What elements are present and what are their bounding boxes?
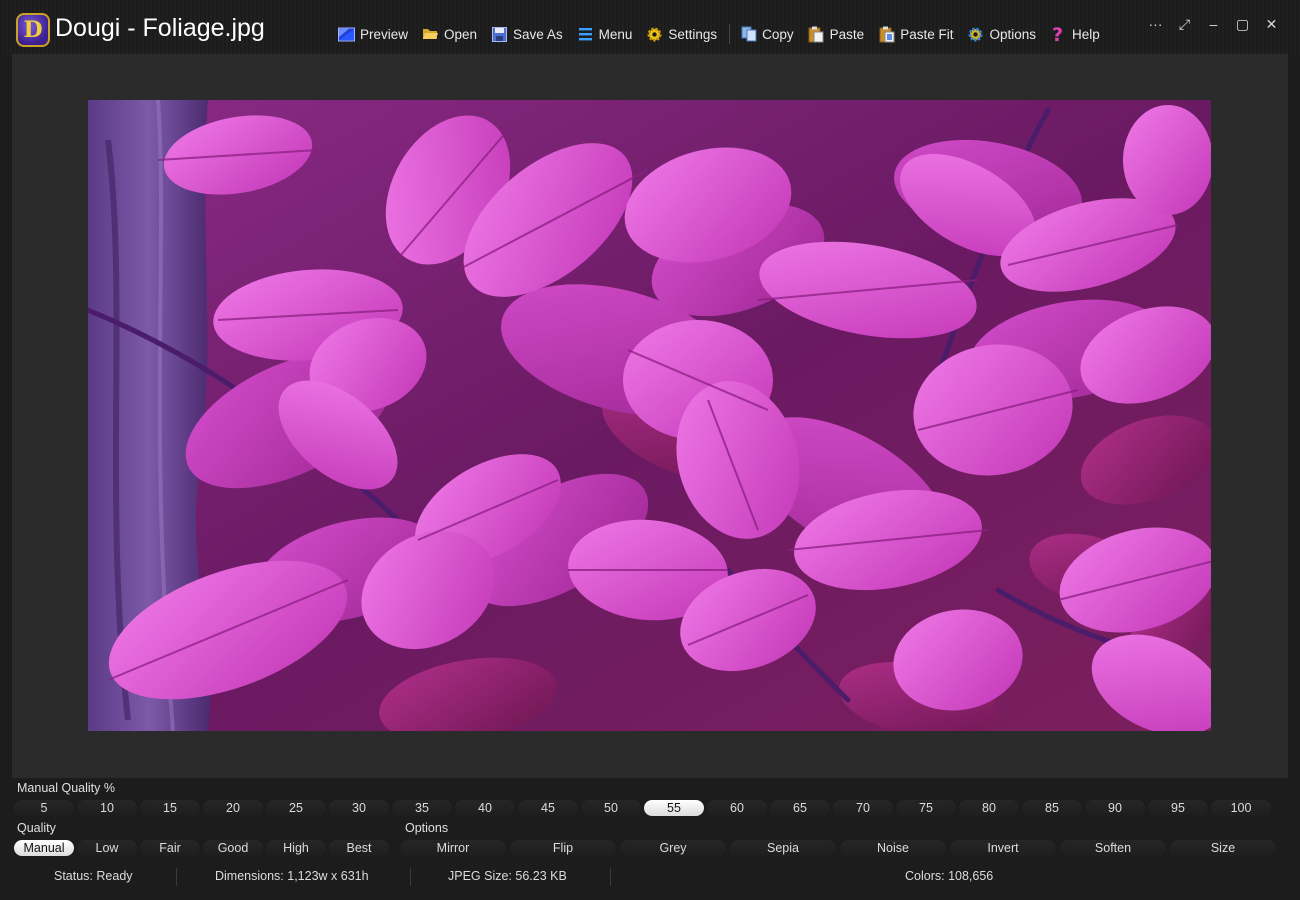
- quality-percent-option-35[interactable]: 35: [392, 800, 452, 816]
- clipboard-paste-icon: [808, 26, 825, 43]
- options-button[interactable]: Options: [967, 24, 1036, 44]
- quality-option-high[interactable]: High: [266, 840, 326, 856]
- option-size[interactable]: Size: [1170, 840, 1276, 856]
- preview-icon: [338, 26, 355, 43]
- paste-fit-button[interactable]: Paste Fit: [878, 24, 953, 44]
- paste-fit-label: Paste Fit: [900, 26, 954, 42]
- preview-button[interactable]: Preview: [338, 24, 408, 44]
- dimensions-text: Dimensions: 1,123w x 631h: [215, 869, 369, 883]
- quality-percent-option-90[interactable]: 90: [1085, 800, 1145, 816]
- quality-percent-option-60[interactable]: 60: [707, 800, 767, 816]
- help-button[interactable]: ? Help: [1050, 24, 1100, 44]
- menu-label: Menu: [598, 26, 633, 42]
- option-flip[interactable]: Flip: [510, 840, 616, 856]
- copy-icon: [740, 26, 757, 43]
- settings-label: Settings: [668, 26, 718, 42]
- window-controls: ··· ⤢ – ▢ ✕: [1141, 14, 1286, 34]
- quality-percent-option-50[interactable]: 50: [581, 800, 641, 816]
- colors-count-text: Colors: 108,656: [905, 869, 994, 883]
- save-as-label: Save As: [513, 26, 563, 42]
- status-separator: [176, 868, 177, 886]
- manual-quality-label: Manual Quality %: [17, 781, 115, 795]
- jpeg-size-text: JPEG Size: 56.23 KB: [448, 869, 567, 883]
- hamburger-menu-icon: [577, 26, 594, 43]
- quality-percent-option-70[interactable]: 70: [833, 800, 893, 816]
- quality-selector: Manual Low Fair Good High Best: [14, 840, 392, 856]
- svg-text:?: ?: [1052, 25, 1063, 44]
- save-as-button[interactable]: Save As: [491, 24, 563, 44]
- image-canvas: [12, 54, 1288, 778]
- clipboard-paste-fit-icon: [878, 26, 895, 43]
- status-separator: [410, 868, 411, 886]
- quality-percent-option-5[interactable]: 5: [14, 800, 74, 816]
- folder-open-icon: [422, 26, 439, 43]
- quality-option-manual[interactable]: Manual: [14, 840, 74, 856]
- more-options-icon[interactable]: ···: [1141, 14, 1170, 34]
- status-bar: Status: Ready Dimensions: 1,123w x 631h …: [0, 864, 1300, 890]
- paste-button[interactable]: Paste: [808, 24, 865, 44]
- quality-option-good[interactable]: Good: [203, 840, 263, 856]
- title-bar: D Dougi - Foliage.jpg Preview Open Save …: [0, 0, 1300, 56]
- help-label: Help: [1072, 26, 1100, 42]
- quality-percent-option-65[interactable]: 65: [770, 800, 830, 816]
- options-label: Options: [989, 26, 1036, 42]
- quality-percent-option-45[interactable]: 45: [518, 800, 578, 816]
- copy-button[interactable]: Copy: [740, 24, 794, 44]
- settings-button[interactable]: Settings: [646, 24, 717, 44]
- quality-option-fair[interactable]: Fair: [140, 840, 200, 856]
- quality-percent-option-80[interactable]: 80: [959, 800, 1019, 816]
- preview-label: Preview: [360, 26, 409, 42]
- toolbar: Preview Open Save As Menu Settings Copy …: [338, 24, 1114, 44]
- floppy-disk-icon: [491, 26, 508, 43]
- quality-percent-option-75[interactable]: 75: [896, 800, 956, 816]
- maximize-icon[interactable]: ▢: [1228, 14, 1257, 34]
- help-icon: ?: [1050, 25, 1067, 44]
- quality-percent-option-95[interactable]: 95: [1148, 800, 1208, 816]
- quality-percent-option-15[interactable]: 15: [140, 800, 200, 816]
- copy-label: Copy: [762, 26, 794, 42]
- status-text: Status: Ready: [54, 869, 133, 883]
- paste-label: Paste: [829, 26, 865, 42]
- status-separator: [610, 868, 611, 886]
- foliage-image: [88, 100, 1211, 731]
- option-mirror[interactable]: Mirror: [400, 840, 506, 856]
- quality-percent-option-85[interactable]: 85: [1022, 800, 1082, 816]
- quality-percent-option-100[interactable]: 100: [1211, 800, 1271, 816]
- options-selector: Mirror Flip Grey Sepia Noise Invert Soften Size: [400, 840, 1280, 856]
- app-logo-icon: D: [16, 13, 50, 47]
- quality-percent-option-55[interactable]: 55: [644, 800, 704, 816]
- option-noise[interactable]: Noise: [840, 840, 946, 856]
- close-icon[interactable]: ✕: [1257, 14, 1286, 34]
- options-section-label: Options: [405, 821, 449, 835]
- quality-percent-option-20[interactable]: 20: [203, 800, 263, 816]
- options-gear-icon: [967, 26, 984, 43]
- option-soften[interactable]: Soften: [1060, 840, 1166, 856]
- manual-quality-selector: 5 10 15 20 25 30 35 40 45 50 55 60 65 70 75 80 85 90 95 100: [14, 800, 1274, 816]
- option-sepia[interactable]: Sepia: [730, 840, 836, 856]
- foliage-photo[interactable]: [88, 100, 1211, 731]
- menu-button[interactable]: Menu: [577, 24, 633, 44]
- option-invert[interactable]: Invert: [950, 840, 1056, 856]
- gear-icon: [646, 26, 663, 43]
- open-label: Open: [444, 26, 478, 42]
- fullscreen-icon[interactable]: ⤢: [1170, 14, 1199, 34]
- quality-percent-option-30[interactable]: 30: [329, 800, 389, 816]
- minimize-icon[interactable]: –: [1199, 14, 1228, 34]
- quality-label: Quality: [17, 821, 56, 835]
- option-grey[interactable]: Grey: [620, 840, 726, 856]
- quality-option-best[interactable]: Best: [329, 840, 389, 856]
- window-title: Dougi - Foliage.jpg: [55, 14, 265, 42]
- toolbar-separator: [729, 24, 731, 44]
- quality-percent-option-10[interactable]: 10: [77, 800, 137, 816]
- quality-percent-option-25[interactable]: 25: [266, 800, 326, 816]
- quality-percent-option-40[interactable]: 40: [455, 800, 515, 816]
- open-button[interactable]: Open: [422, 24, 477, 44]
- quality-option-low[interactable]: Low: [77, 840, 137, 856]
